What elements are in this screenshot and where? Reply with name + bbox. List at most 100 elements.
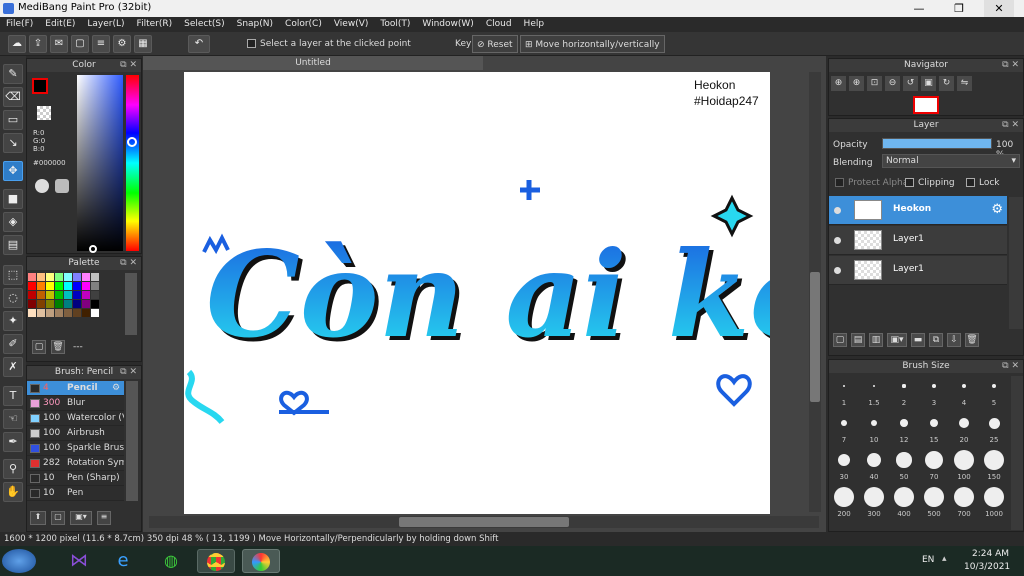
- palette-swatch[interactable]: [64, 300, 72, 308]
- zoom-fit-icon[interactable]: ⊕: [831, 76, 846, 91]
- palette-swatch[interactable]: [64, 273, 72, 281]
- brush-menu-icon[interactable]: ▣▾: [70, 511, 92, 525]
- palette-swatch[interactable]: [46, 300, 54, 308]
- chrome-icon[interactable]: [197, 549, 235, 573]
- palette-scrollbar[interactable]: [125, 273, 137, 335]
- brush-settings-icon[interactable]: ≡: [97, 511, 111, 525]
- vertical-scrollbar[interactable]: [809, 72, 821, 512]
- menu-cloud[interactable]: Cloud: [480, 17, 518, 32]
- protect-alpha-option[interactable]: Protect Alpha: [835, 178, 908, 188]
- palette-swatch[interactable]: [82, 291, 90, 299]
- dropper-tool-icon[interactable]: ⚲: [3, 459, 23, 479]
- maximize-button[interactable]: ❐: [944, 0, 974, 17]
- add-palette-icon[interactable]: ▢: [32, 340, 46, 354]
- protect-alpha-checkbox[interactable]: [835, 178, 844, 187]
- menu-view[interactable]: View(V): [328, 17, 375, 32]
- move-hv-button[interactable]: ⊞ Move horizontally/vertically: [520, 35, 665, 53]
- brush-item[interactable]: 300 Blur: [27, 396, 124, 411]
- brush-size-option[interactable]: 10: [859, 412, 889, 444]
- document-tab[interactable]: Untitled: [143, 56, 483, 70]
- brush-item[interactable]: 10 Pen: [27, 486, 124, 501]
- brush-size-option[interactable]: 150: [979, 449, 1009, 481]
- eyedropper-icon[interactable]: ✒: [3, 432, 23, 452]
- app-icon-green[interactable]: ◍: [152, 549, 190, 573]
- saturation-value-box[interactable]: [77, 75, 123, 251]
- menu-select[interactable]: Select(S): [178, 17, 231, 32]
- hand-tool-icon[interactable]: ✋: [3, 482, 23, 502]
- document-icon[interactable]: ≡: [92, 35, 110, 53]
- palette-swatch[interactable]: [82, 300, 90, 308]
- brush-size-option[interactable]: 15: [919, 412, 949, 444]
- palette-swatch[interactable]: [28, 282, 36, 290]
- brush-size-option[interactable]: 200: [829, 486, 859, 518]
- clock-date[interactable]: 10/3/2021: [964, 562, 1010, 572]
- medibang-icon[interactable]: [242, 549, 280, 573]
- brush-size-option[interactable]: 70: [919, 449, 949, 481]
- reset-button[interactable]: ⊘ Reset: [472, 35, 518, 53]
- palette-swatch[interactable]: [73, 300, 81, 308]
- vertical-scroll-thumb[interactable]: [810, 272, 820, 402]
- select-pen-icon[interactable]: ✐: [3, 334, 23, 354]
- image-icon[interactable]: ▦: [134, 35, 152, 53]
- palette-swatch[interactable]: [55, 291, 63, 299]
- reset-view-icon[interactable]: ▣: [921, 76, 936, 91]
- menu-tool[interactable]: Tool(T): [374, 17, 416, 32]
- palette-swatch[interactable]: [28, 300, 36, 308]
- start-button[interactable]: [2, 549, 36, 573]
- brush-settings-gear-icon[interactable]: ⚙: [112, 381, 120, 395]
- palette-swatch[interactable]: [46, 273, 54, 281]
- brush-size-option[interactable]: 100: [949, 449, 979, 481]
- panel-close-icon[interactable]: ⧉ ✕: [1002, 360, 1019, 373]
- rect-select-icon[interactable]: ⬚: [3, 265, 23, 285]
- cloud-icon[interactable]: ☁: [8, 35, 26, 53]
- brush-item[interactable]: 100 Sparkle Brush: [27, 441, 124, 456]
- palette-swatch[interactable]: [82, 309, 90, 317]
- menu-color[interactable]: Color(C): [279, 17, 328, 32]
- close-button[interactable]: ✕: [984, 0, 1014, 17]
- palette-swatch[interactable]: [55, 282, 63, 290]
- duplicate-layer-icon[interactable]: ⧉: [929, 333, 943, 347]
- clipping-option[interactable]: Clipping: [905, 178, 955, 188]
- palette-swatch[interactable]: [55, 273, 63, 281]
- opacity-slider[interactable]: [882, 138, 992, 149]
- clipping-checkbox[interactable]: [905, 178, 914, 187]
- gradient-tool-icon[interactable]: ▤: [3, 235, 23, 255]
- brush-new-icon[interactable]: ▢: [51, 511, 65, 525]
- layer-row[interactable]: Layer1: [829, 226, 1007, 255]
- rotate-right-icon[interactable]: ↻: [939, 76, 954, 91]
- palette-swatch[interactable]: [46, 291, 54, 299]
- foreground-color-swatch[interactable]: [32, 78, 48, 94]
- brush-size-option[interactable]: 1: [829, 375, 859, 407]
- comment-icon[interactable]: ✉: [50, 35, 68, 53]
- brush-size-option[interactable]: 12: [889, 412, 919, 444]
- palette-swatch[interactable]: [82, 282, 90, 290]
- palette-swatch[interactable]: [91, 273, 99, 281]
- new-file-icon[interactable]: ▢: [71, 35, 89, 53]
- layer-scrollbar[interactable]: [1009, 197, 1023, 329]
- palette-swatch[interactable]: [46, 309, 54, 317]
- navigator-thumbnail[interactable]: [913, 96, 939, 114]
- folder-icon[interactable]: ▬: [911, 333, 925, 347]
- palette-swatch[interactable]: [91, 309, 99, 317]
- palette-swatch[interactable]: [91, 291, 99, 299]
- canvas-paper[interactable]: Heokon #Hoidap247 Còn ai ko? Còn ai ko?: [184, 72, 770, 514]
- palette-swatch[interactable]: [37, 291, 45, 299]
- palette-swatch[interactable]: [91, 300, 99, 308]
- transparent-color-swatch[interactable]: [37, 106, 51, 120]
- palette-swatch[interactable]: [37, 282, 45, 290]
- menu-window[interactable]: Window(W): [416, 17, 479, 32]
- panel-close-icon[interactable]: ⧉ ✕: [120, 59, 137, 72]
- panel-close-icon[interactable]: ⧉ ✕: [120, 366, 137, 379]
- brush-size-option[interactable]: 2: [889, 375, 919, 407]
- bucket-tool-icon[interactable]: ◈: [3, 212, 23, 232]
- palette-swatch[interactable]: [28, 291, 36, 299]
- brush-item[interactable]: 4 Pencil ⚙: [27, 381, 124, 396]
- brush-size-option[interactable]: 5: [979, 375, 1009, 407]
- dotted-select-icon[interactable]: ▭: [3, 110, 23, 130]
- menu-filter[interactable]: Filter(R): [131, 17, 179, 32]
- brush-item[interactable]: 10 Pen (Sharp): [27, 471, 124, 486]
- internet-explorer-icon[interactable]: e: [104, 549, 142, 573]
- new-layer-icon[interactable]: ▢: [833, 333, 847, 347]
- brush-size-option[interactable]: 4: [949, 375, 979, 407]
- palette-swatch[interactable]: [73, 273, 81, 281]
